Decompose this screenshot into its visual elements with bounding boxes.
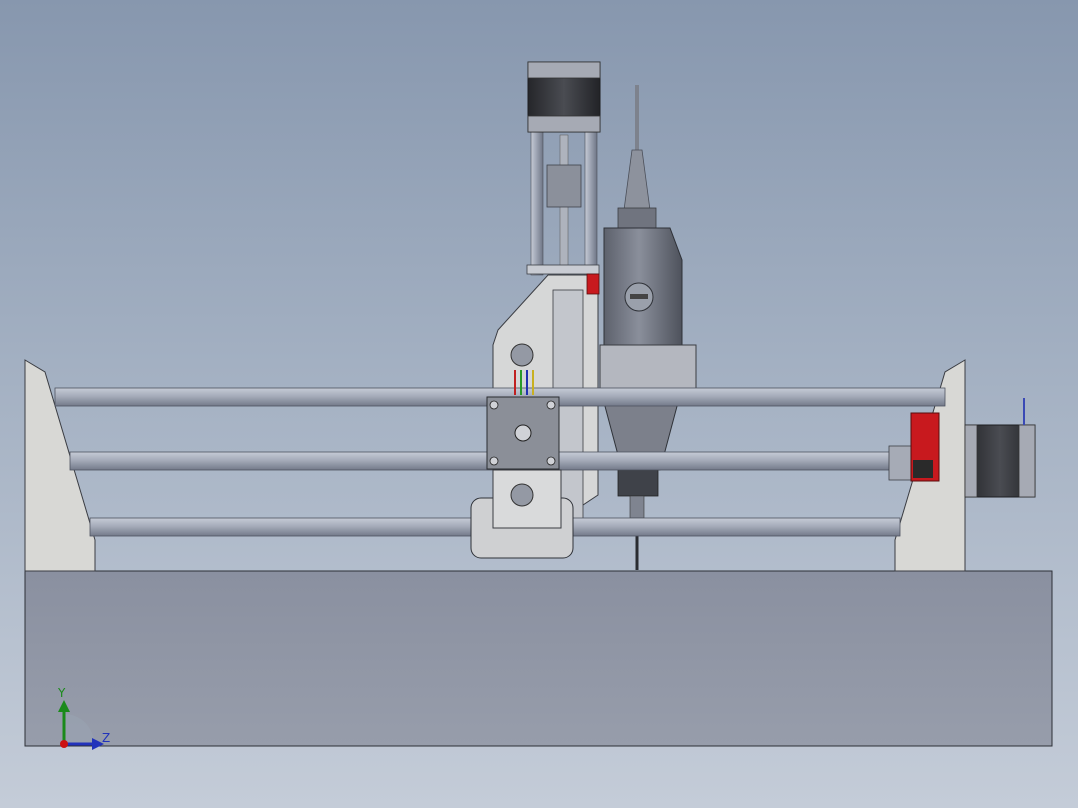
x-endstop-connector — [913, 460, 933, 478]
upper-bearing-hole — [510, 343, 534, 367]
triad-y-label: Y — [58, 686, 66, 700]
bearing-hole — [510, 483, 534, 507]
y-stepper-screw-bl — [489, 456, 499, 466]
y-stepper-screw-tl — [489, 400, 499, 410]
z-rod-left — [530, 129, 544, 276]
triad-x-origin — [60, 740, 68, 748]
cnc-machine-assembly[interactable] — [0, 0, 1078, 808]
y-stepper-shaft — [514, 424, 532, 442]
x-stepper-cap-right — [1018, 424, 1036, 498]
spindle-cap — [617, 207, 657, 229]
z-stepper-cap-bottom — [527, 115, 601, 133]
spindle-collet — [629, 495, 645, 519]
y-stepper-screw-br — [546, 456, 556, 466]
x-stepper-cap-left — [964, 424, 978, 498]
cad-viewport[interactable]: Y Z — [0, 0, 1078, 808]
x-motor-coupler — [888, 445, 914, 481]
triad-z-label: Z — [102, 731, 111, 745]
z-stepper-cap-top — [527, 61, 601, 79]
z-top-plate — [526, 264, 600, 275]
z-rod-right — [584, 129, 598, 276]
z-coupler — [546, 164, 582, 208]
spindle-switch-slot — [630, 294, 648, 299]
base-frame — [24, 570, 1053, 747]
z-limit-switch — [586, 273, 600, 295]
spindle-mount — [599, 344, 697, 396]
y-stepper-screw-tr — [546, 400, 556, 410]
spindle-top-cone — [623, 149, 651, 211]
spindle-chuck — [617, 469, 659, 497]
